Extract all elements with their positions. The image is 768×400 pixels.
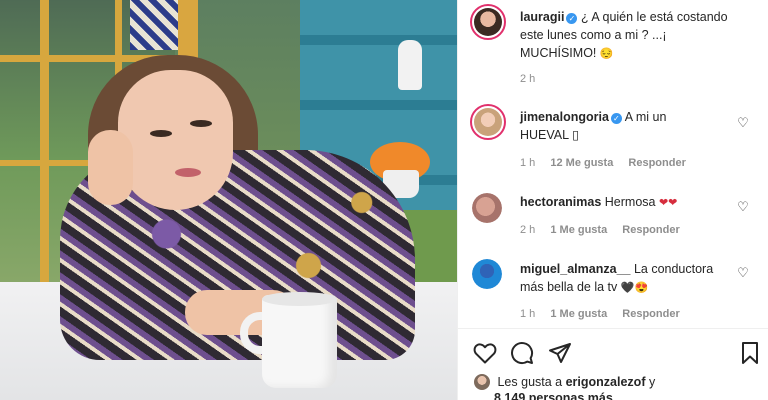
- comments-panel: lauragii ✓ ¿ A quién le está costando est…: [457, 0, 768, 400]
- photo-window-frame: [40, 0, 49, 285]
- photo-lips: [175, 168, 201, 177]
- caption-meta: 2 h: [520, 73, 547, 85]
- comment-text: más bella de la tv: [520, 280, 618, 294]
- reply-button[interactable]: Responder: [622, 224, 679, 236]
- comment-time[interactable]: 1 h: [520, 308, 535, 320]
- caption-time[interactable]: 2 h: [520, 73, 535, 85]
- author-username[interactable]: lauragii: [520, 10, 564, 24]
- comment-likes[interactable]: 12 Me gusta: [550, 157, 613, 169]
- liker-username[interactable]: erigonzalezof: [566, 375, 646, 389]
- commenter-avatar[interactable]: [472, 193, 502, 223]
- comment-text: La conductora: [633, 262, 714, 276]
- reply-button[interactable]: Responder: [622, 308, 679, 320]
- photo-eye: [190, 120, 212, 127]
- comment-text: Hermosa: [604, 195, 656, 209]
- hearts-emoji: ❤❤: [658, 197, 678, 209]
- comment-item: hectoranimas Hermosa ❤❤: [520, 193, 750, 212]
- sad-face-emoji: 😔: [599, 48, 614, 60]
- photo-hand: [88, 130, 133, 205]
- bookmark-icon[interactable]: [737, 340, 763, 366]
- comment-item: miguel_almanza__ La conductora más bella…: [520, 260, 750, 297]
- caption-text-3: MUCHÍSIMO!: [520, 46, 597, 60]
- liker-avatar[interactable]: [474, 374, 490, 390]
- comment-bubble-icon[interactable]: [509, 340, 535, 366]
- heart-icon[interactable]: [472, 340, 498, 366]
- photo-vase: [398, 40, 422, 90]
- verified-badge-icon: ✓: [566, 13, 578, 24]
- comment-item: jimenalongoria ✓ A mi un HUEVAL ▯: [520, 108, 750, 144]
- comment-likes[interactable]: 1 Me gusta: [550, 224, 607, 236]
- comment-time[interactable]: 2 h: [520, 224, 535, 236]
- verified-badge-icon: ✓: [610, 113, 622, 124]
- photo-tile-decor: [130, 0, 180, 50]
- reply-button[interactable]: Responder: [628, 157, 685, 169]
- comment-meta: 2 h 1 Me gusta Responder: [520, 224, 692, 236]
- likes-summary: Les gusta a erigonzalezof y 8.149 person…: [474, 374, 655, 400]
- actions-divider: [458, 328, 768, 329]
- comment-username[interactable]: miguel_almanza__: [520, 262, 630, 276]
- comment-meta: 1 h 1 Me gusta Responder: [520, 308, 692, 320]
- author-avatar[interactable]: [470, 4, 506, 40]
- comment-time[interactable]: 1 h: [520, 157, 535, 169]
- paper-plane-icon[interactable]: [547, 340, 573, 366]
- likes-prefix: Les gusta a: [497, 375, 563, 389]
- likes-suffix: y: [648, 375, 656, 389]
- photo-white-mug: [262, 295, 337, 388]
- caption-text-1: ¿ A quién le está costando: [580, 10, 728, 24]
- comment-text: HUEVAL: [520, 128, 569, 142]
- emoji-placeholder: ▯: [572, 128, 580, 142]
- commenter-avatar[interactable]: [472, 259, 502, 289]
- photo-eye: [150, 130, 172, 137]
- post-caption: lauragii ✓ ¿ A quién le está costando est…: [520, 8, 750, 63]
- comment-username[interactable]: hectoranimas: [520, 195, 601, 209]
- commenter-avatar[interactable]: [470, 104, 506, 140]
- post-photo[interactable]: [0, 0, 457, 400]
- comment-text: A mi un: [624, 110, 667, 124]
- caption-text-2: este lunes como a mi ? ...¡: [520, 28, 667, 42]
- comment-likes[interactable]: 1 Me gusta: [550, 308, 607, 320]
- comment-like-heart-icon[interactable]: ♡: [736, 266, 750, 280]
- comment-meta: 1 h 12 Me gusta Responder: [520, 157, 698, 169]
- comment-like-heart-icon[interactable]: ♡: [736, 116, 750, 130]
- heart-smile-emoji: 🖤😍: [620, 282, 649, 294]
- likes-count[interactable]: 8.149 personas más: [494, 391, 613, 400]
- photo-mug-rim: [262, 292, 337, 306]
- comment-like-heart-icon[interactable]: ♡: [736, 200, 750, 214]
- photo-woman-face: [118, 70, 233, 210]
- comment-username[interactable]: jimenalongoria: [520, 110, 609, 124]
